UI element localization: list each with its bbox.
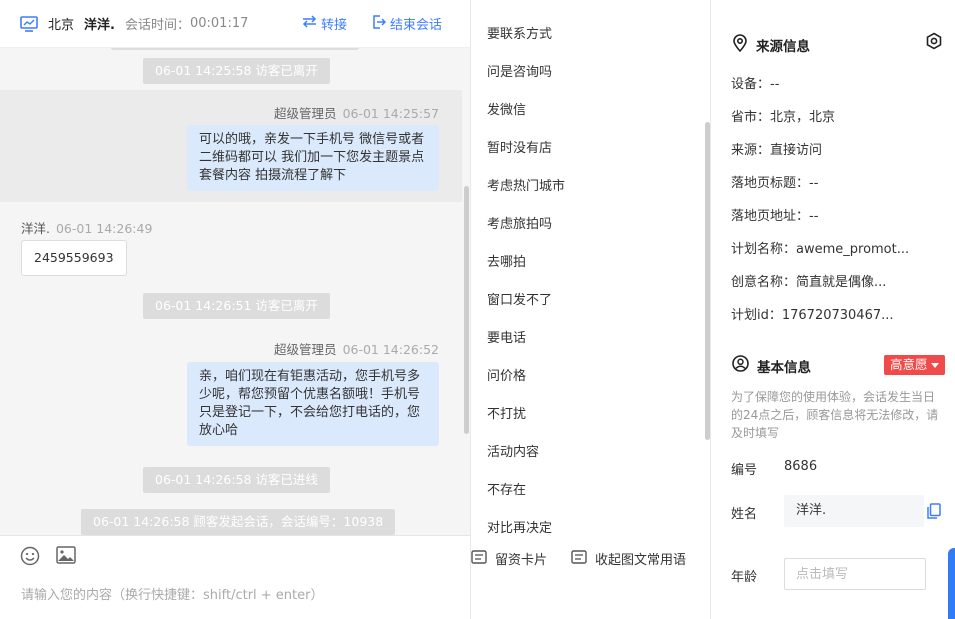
agent-timestamp: 06-01 14:26:52	[342, 342, 439, 357]
image-icon[interactable]	[56, 546, 76, 568]
collapse-phrases-label: 收起图文常用语	[595, 553, 687, 568]
visitor-message-bubble: 2459559693	[21, 240, 127, 276]
user-icon	[732, 355, 757, 376]
visitor-msg-name: 洋洋.	[21, 221, 50, 236]
agent-message-bubble: 可以的哦，亲发一下手机号 微信号或者二维码都可以 我们加一下您发主题景点套餐内容…	[187, 125, 439, 191]
quick-phrase-item[interactable]: 去哪拍	[487, 251, 526, 270]
agent-name: 超级管理员	[274, 342, 337, 357]
quick-phrase-panel: 要联系方式问是咨询吗发微信暂时没有店考虑热门城市 考虑旅拍吗去哪拍窗口发不了要电话…	[471, 0, 711, 619]
transfer-label: 转接	[321, 18, 348, 33]
logout-icon	[372, 14, 390, 33]
transfer-icon	[302, 15, 321, 32]
agent-meta: 超级管理员 06-01 14:25:57	[274, 103, 439, 122]
system-notice: 06-01 14:26:58 访客已进线	[143, 467, 330, 493]
plan-id-info: 计划id：176720730467...	[731, 308, 894, 323]
phrase-scrollbar[interactable]	[705, 122, 710, 440]
plan-name-info: 计划名称：aweme_promot...	[731, 242, 910, 257]
lead-card-button[interactable]: 留资卡片	[471, 549, 547, 568]
age-label: 年龄	[731, 570, 758, 585]
emoji-icon[interactable]	[20, 546, 40, 570]
quick-phrase-item[interactable]: 不存在	[487, 479, 526, 498]
collapse-phrases-button[interactable]: 收起图文常用语	[571, 549, 686, 568]
transfer-button[interactable]: 转接	[302, 14, 347, 33]
quick-phrase-item[interactable]: 考虑热门城市	[487, 175, 565, 194]
id-label: 编号	[731, 463, 758, 478]
monitor-icon	[20, 15, 38, 32]
quick-phrase-item[interactable]: 发微信	[487, 99, 526, 118]
intent-level-label: 高意愿	[890, 357, 928, 372]
session-duration-value: 00:01:17	[189, 16, 249, 31]
chat-panel: 北京 洋洋. 会话时间： 00:01:17 转接 结束会话 06-01 14:2…	[0, 0, 471, 619]
quick-phrase-list[interactable]: 要联系方式问是咨询吗发微信暂时没有店考虑热门城市 考虑旅拍吗去哪拍窗口发不了要电话…	[471, 0, 706, 535]
visitor-meta: 洋洋. 06-01 14:26:49	[21, 218, 152, 237]
basic-info-title: 基本信息	[757, 359, 811, 376]
name-field[interactable]: 洋洋.	[784, 495, 924, 527]
agent-message-row: 超级管理员 06-01 14:25:57 可以的哦，亲发一下手机号 微信号或者二维…	[0, 90, 462, 202]
copy-icon[interactable]	[927, 503, 941, 523]
quick-phrase-item[interactable]: 活动内容	[487, 441, 539, 460]
visitor-city: 北京	[48, 18, 75, 33]
id-value: 8686	[784, 459, 818, 474]
edit-notice: 为了保障您的使用体验，会话发生当日的24点之后，顾客信息将无法修改，请及时填写	[731, 390, 939, 440]
landing-title-info: 落地页标题：--	[731, 176, 819, 191]
card-icon	[471, 549, 495, 568]
customer-info-panel: 来源信息 设备：-- 省市：北京，北京 来源：直接访问 落地页标题：-- 落地页…	[711, 0, 955, 619]
agent-name: 超级管理员	[274, 106, 337, 121]
session-duration-label: 会话时间：	[124, 18, 190, 33]
basic-info-header: 基本信息	[732, 355, 811, 376]
quick-phrase-item[interactable]: 窗口发不了	[487, 289, 552, 308]
system-notice: 06-01 14:25:58 访客已离开	[143, 58, 330, 84]
chat-workspace: 北京 洋洋. 会话时间： 00:01:17 转接 结束会话 06-01 14:2…	[0, 0, 955, 619]
phrase-footer: 留资卡片 收起图文常用语	[471, 535, 710, 585]
quick-phrase-item[interactable]: 对比再决定	[487, 517, 552, 535]
location-icon	[732, 34, 756, 56]
lead-card-label: 留资卡片	[495, 553, 548, 568]
agent-meta: 超级管理员 06-01 14:26:52	[274, 339, 439, 358]
quick-phrase-item[interactable]: 要联系方式	[487, 23, 552, 42]
side-panel-tab[interactable]	[948, 548, 955, 619]
end-session-button[interactable]: 结束会话	[372, 14, 442, 33]
end-session-label: 结束会话	[390, 18, 443, 33]
visitor-name: 洋洋.	[84, 18, 115, 33]
quick-phrase-item[interactable]: 问价格	[487, 365, 526, 384]
system-notice: 06-01 14:26:58 顾客发起会话，会话编号：10938	[81, 509, 396, 535]
chat-scrollbar[interactable]	[464, 186, 469, 434]
quick-phrase-item[interactable]: 不打扰	[487, 403, 526, 422]
quick-phrase-item[interactable]: 考虑旅拍吗	[487, 213, 552, 232]
collapse-icon	[571, 549, 595, 568]
message-edge	[110, 48, 360, 50]
quick-phrase-item[interactable]: 要电话	[487, 327, 526, 346]
message-input[interactable]: 请输入您的内容（换行快捷键：shift/ctrl + enter）	[21, 584, 324, 603]
system-notice: 06-01 14:26:51 访客已离开	[143, 293, 330, 319]
intent-level-dropdown[interactable]: 高意愿	[884, 355, 945, 375]
visitor-timestamp: 06-01 14:26:49	[55, 221, 153, 236]
settings-icon[interactable]	[925, 32, 943, 54]
source-info-header: 来源信息	[732, 34, 810, 56]
quick-phrase-item[interactable]: 暂时没有店	[487, 137, 552, 156]
province-info: 省市：北京，北京	[731, 110, 836, 125]
agent-timestamp: 06-01 14:25:57	[342, 106, 439, 121]
caret-down-icon	[930, 362, 939, 368]
age-input[interactable]	[784, 558, 926, 590]
landing-url-info: 落地页地址：--	[731, 209, 819, 224]
message-list[interactable]: 06-01 14:25:58 访客已离开 超级管理员 06-01 14:25:57…	[0, 48, 470, 535]
source-info: 来源：直接访问	[731, 143, 823, 158]
name-label: 姓名	[731, 507, 758, 522]
source-info-title: 来源信息	[756, 39, 810, 55]
agent-message-bubble: 亲，咱们现在有钜惠活动，您手机号多少呢，帮您预留个优惠名额哦！手机号只是登记一下…	[187, 362, 439, 446]
quick-phrase-item[interactable]: 问是咨询吗	[487, 61, 552, 80]
chat-header: 北京 洋洋. 会话时间： 00:01:17 转接 结束会话	[0, 0, 470, 48]
message-composer: 请输入您的内容（换行快捷键：shift/ctrl + enter）	[0, 535, 470, 619]
creative-name-info: 创意名称：简直就是偶像...	[731, 275, 887, 290]
device-info: 设备：--	[731, 77, 780, 92]
